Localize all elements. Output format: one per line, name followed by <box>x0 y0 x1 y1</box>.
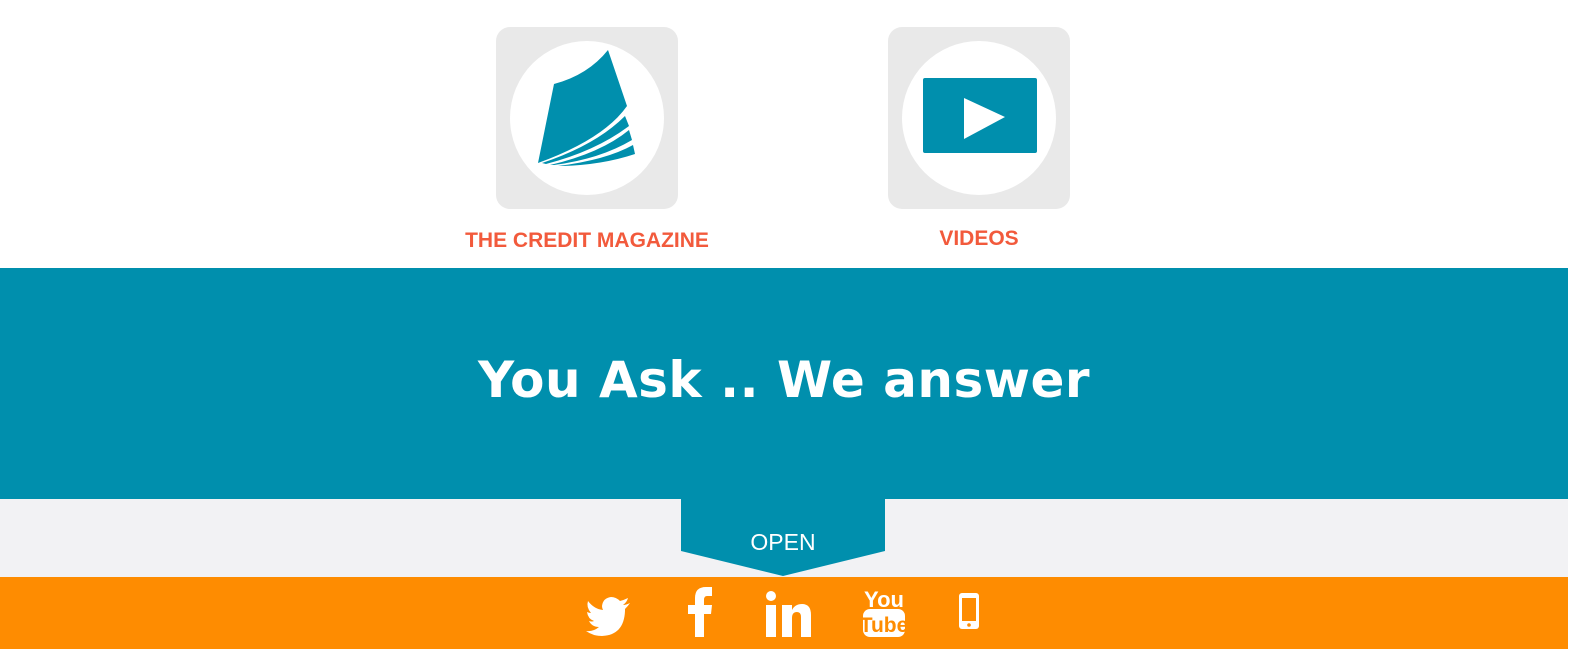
credit-magazine-label[interactable]: THE CREDIT MAGAZINE <box>441 229 733 253</box>
linkedin-icon <box>766 591 811 637</box>
twitter-link[interactable] <box>586 585 632 637</box>
linkedin-link[interactable] <box>765 585 813 637</box>
twitter-icon <box>586 597 630 636</box>
facebook-icon <box>688 587 712 637</box>
mobile-phone-icon <box>959 593 979 629</box>
open-label: OPEN <box>750 529 816 555</box>
ask-banner: You Ask .. We answer <box>0 268 1568 499</box>
mobile-app-link[interactable] <box>957 585 981 637</box>
videos-tile[interactable] <box>888 27 1070 209</box>
credit-magazine-tile[interactable] <box>496 27 678 209</box>
videos-label[interactable]: VIDEOS <box>888 227 1070 251</box>
video-play-icon <box>923 78 1037 153</box>
social-footer: You Tube <box>0 577 1568 649</box>
facebook-link[interactable] <box>686 585 714 637</box>
svg-text:You: You <box>864 587 904 612</box>
magazine-icon <box>538 50 635 166</box>
banner-heading: You Ask .. We answer <box>477 351 1091 409</box>
youtube-icon: You Tube <box>862 587 906 637</box>
page-scrollbar[interactable] <box>1568 0 1583 649</box>
features-section: THE CREDIT MAGAZINE VIDEOS <box>0 0 1568 268</box>
svg-text:Tube: Tube <box>862 614 906 637</box>
youtube-link[interactable]: You Tube <box>862 585 906 637</box>
open-button[interactable]: OPEN <box>681 499 885 577</box>
